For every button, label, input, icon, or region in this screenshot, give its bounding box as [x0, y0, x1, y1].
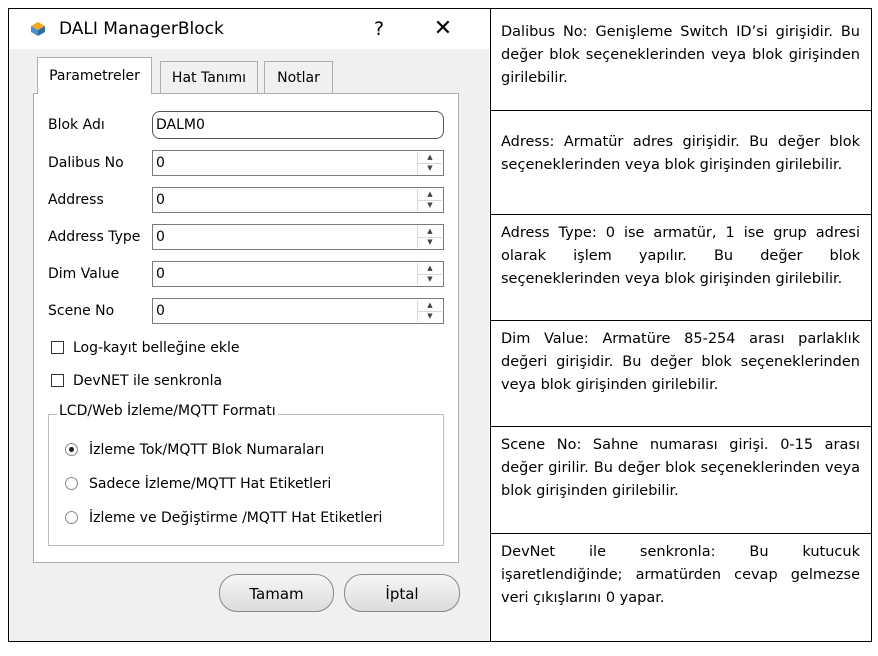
block-name-label: Blok Adı [48, 117, 105, 133]
description-address: Adress: Armatür adres girişidir. Bu değe… [501, 134, 860, 173]
stepper-down-icon[interactable]: ▼ [418, 274, 442, 285]
format-option-2-label: Sadece İzleme/MQTT Hat Etiketleri [89, 476, 332, 492]
address-type-value: 0 [156, 229, 165, 245]
dalibus-no-stepper[interactable]: ▲ ▼ [417, 152, 442, 174]
format-option-3-radio[interactable] [65, 511, 78, 524]
description-address-type: Adress Type: 0 ise armatür, 1 ise grup a… [501, 225, 860, 287]
row-divider [491, 110, 872, 111]
log-checkbox-label: Log-kayıt belleğine ekle [73, 340, 240, 356]
description-dim-value: Dim Value: Armatüre 85-254 arası parlakl… [501, 331, 860, 393]
address-label: Address [48, 192, 104, 208]
scene-no-field[interactable]: 0 ▲ ▼ [152, 298, 444, 324]
address-field[interactable]: 0 ▲ ▼ [152, 187, 444, 213]
stepper-down-icon[interactable]: ▼ [418, 237, 442, 248]
format-option-3-label: İzleme ve Değiştirme /MQTT Hat Etiketler… [89, 510, 383, 526]
scene-no-label: Scene No [48, 303, 115, 319]
ok-button[interactable]: Tamam [219, 574, 334, 612]
row-divider [491, 426, 872, 427]
dalibus-no-label: Dalibus No [48, 155, 124, 171]
address-type-stepper[interactable]: ▲ ▼ [417, 226, 442, 248]
column-divider [490, 8, 491, 642]
format-option-2-radio[interactable] [65, 477, 78, 490]
description-devnet: DevNet ile senkronla: Bu kutucuk işaretl… [501, 544, 860, 606]
scene-no-stepper[interactable]: ▲ ▼ [417, 300, 442, 322]
stepper-down-icon[interactable]: ▼ [418, 200, 442, 211]
dim-value-field[interactable]: 0 ▲ ▼ [152, 261, 444, 287]
stepper-down-icon[interactable]: ▼ [418, 311, 442, 322]
dim-value-label: Dim Value [48, 266, 120, 282]
row-divider [491, 320, 872, 321]
scene-no-value: 0 [156, 303, 165, 319]
format-option-1-label: İzleme Tok/MQTT Blok Numaraları [89, 442, 325, 458]
dalibus-no-field[interactable]: 0 ▲ ▼ [152, 150, 444, 176]
dalibus-no-value: 0 [156, 155, 165, 171]
devnet-checkbox-label: DevNET ile senkronla [73, 373, 223, 389]
stepper-down-icon[interactable]: ▼ [418, 163, 442, 174]
cancel-button[interactable]: İptal [344, 574, 460, 612]
format-option-1-radio[interactable] [65, 443, 78, 456]
dim-value-value: 0 [156, 266, 165, 282]
address-type-field[interactable]: 0 ▲ ▼ [152, 224, 444, 250]
description-scene-no: Scene No: Sahne numarası girişi. 0-15 ar… [501, 437, 860, 499]
address-value: 0 [156, 192, 165, 208]
row-divider [491, 533, 872, 534]
description-dalibus-no: Dalibus No: Genişleme Switch ID’si giriş… [501, 24, 860, 86]
row-divider [491, 214, 872, 215]
address-stepper[interactable]: ▲ ▼ [417, 189, 442, 211]
dim-value-stepper[interactable]: ▲ ▼ [417, 263, 442, 285]
block-name-input[interactable]: DALM0 [152, 111, 444, 139]
address-type-label: Address Type [48, 229, 141, 245]
devnet-checkbox[interactable] [51, 374, 64, 387]
format-group-title: LCD/Web İzleme/MQTT Formatı [57, 403, 278, 419]
log-checkbox[interactable] [51, 341, 64, 354]
